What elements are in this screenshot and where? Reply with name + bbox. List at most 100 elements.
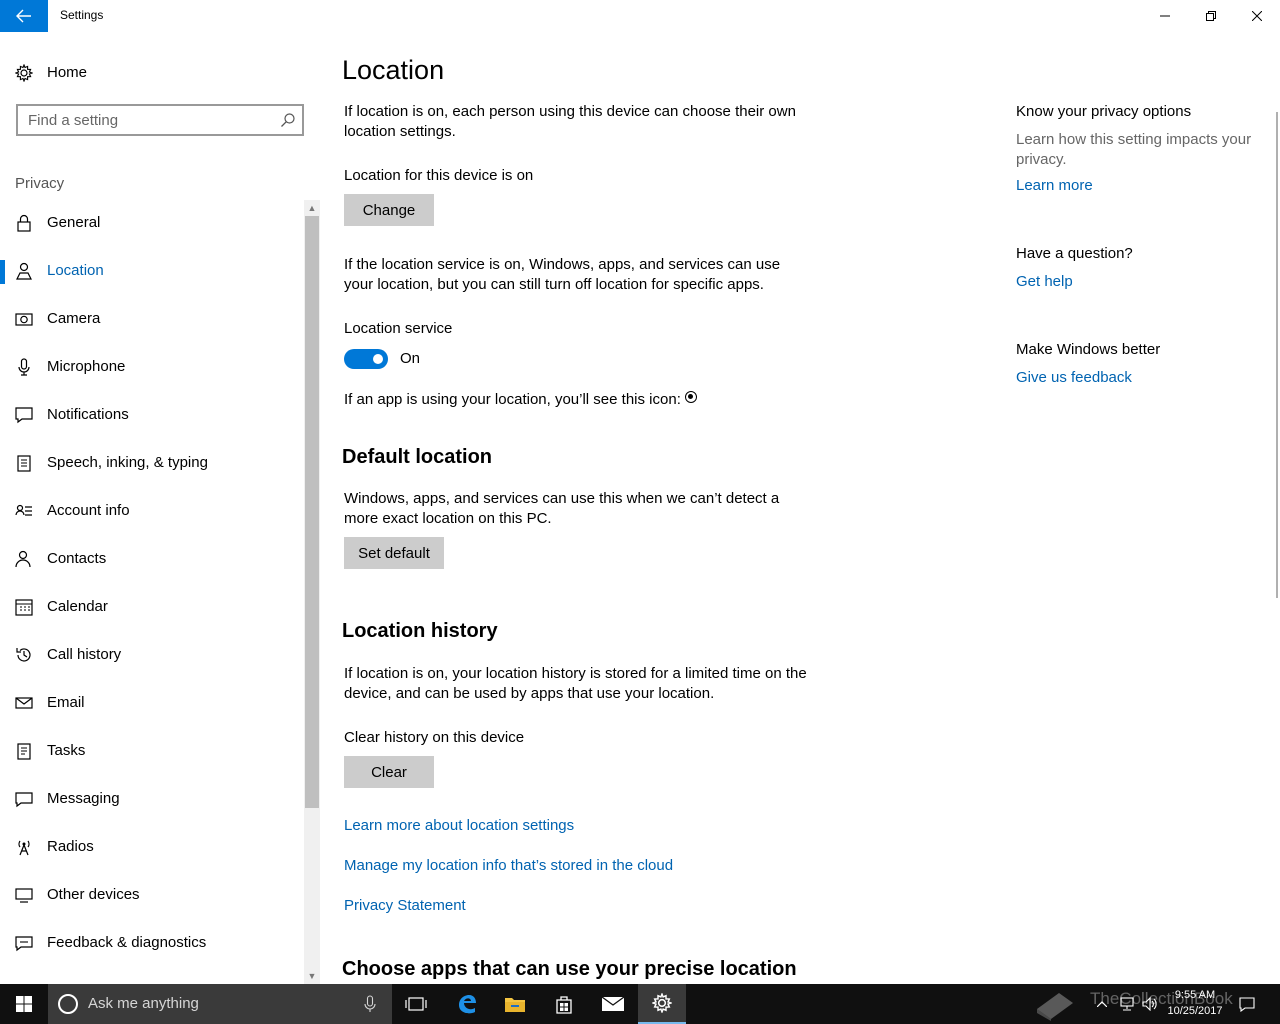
toggle-knob: [373, 354, 383, 364]
sidebar-item-contacts[interactable]: Contacts: [0, 536, 304, 584]
volume-button[interactable]: [1140, 984, 1160, 1024]
calendar-icon: [15, 599, 33, 616]
choose-apps-heading: Choose apps that can use your precise lo…: [342, 958, 797, 980]
location-history-description: If location is on, your location history…: [344, 665, 807, 702]
message-icon: [15, 792, 33, 808]
learn-more-link[interactable]: Learn more: [1016, 177, 1093, 194]
sidebar-item-microphone[interactable]: Microphone: [0, 344, 304, 392]
volume-icon: [1142, 997, 1157, 1011]
sidebar-item-general[interactable]: General: [0, 200, 304, 248]
sidebar-item-label: Messaging: [47, 790, 120, 807]
service-description: If the location service is on, Windows, …: [344, 256, 781, 293]
mail-app-button[interactable]: [589, 984, 637, 1024]
action-center-icon: [1239, 997, 1255, 1012]
search-input[interactable]: [28, 111, 268, 129]
sidebar-item-tasks[interactable]: Tasks: [0, 728, 304, 776]
start-button[interactable]: [0, 984, 48, 1024]
sidebar-item-messaging[interactable]: Messaging: [0, 776, 304, 824]
show-hidden-icons-button[interactable]: [1092, 984, 1112, 1024]
clear-button[interactable]: Clear: [344, 756, 434, 788]
close-button[interactable]: [1234, 0, 1280, 32]
file-explorer-button[interactable]: [491, 984, 539, 1024]
privacy-statement-link[interactable]: Privacy Statement: [344, 897, 466, 914]
nav-home-label: Home: [47, 64, 88, 81]
page-scrollbar[interactable]: [1276, 112, 1278, 598]
gear-icon: [15, 64, 33, 82]
title-bar: Settings: [0, 0, 1280, 32]
intro-text: If location is on, each person using thi…: [344, 103, 796, 140]
mail-icon: [601, 996, 625, 1011]
sidebar-item-label: Contacts: [47, 550, 107, 567]
edge-icon: [459, 995, 476, 1014]
mail-icon: [15, 697, 33, 709]
learn-more-location-link[interactable]: Learn more about location settings: [344, 817, 574, 834]
store-button[interactable]: [540, 984, 588, 1024]
taskbar: Ask me anything TheCollectionBook 9:55 A…: [0, 984, 1280, 1024]
sidebar-item-label: Radios: [47, 838, 94, 855]
sidebar-item-other-devices[interactable]: Other devices: [0, 872, 304, 920]
location-service-toggle[interactable]: [344, 349, 388, 369]
watermark-logo: [1030, 984, 1080, 1024]
manage-cloud-location-link[interactable]: Manage my location info that’s stored in…: [344, 857, 673, 874]
sidebar-item-label: Email: [47, 694, 85, 711]
default-location-heading: Default location: [342, 446, 493, 468]
settings-app-button[interactable]: [638, 984, 686, 1024]
sidebar-item-label: Calendar: [47, 598, 108, 615]
privacy-options-text: Learn how this setting impacts your priv…: [1016, 131, 1252, 168]
feedback-icon: [15, 936, 33, 952]
sidebar-item-radios[interactable]: Radios: [0, 824, 304, 872]
taskbar-search-placeholder: Ask me anything: [88, 995, 199, 1012]
people-icon: [15, 550, 31, 568]
nav-scrollbar[interactable]: ▲ ▼: [304, 200, 320, 984]
scroll-down-arrow-icon[interactable]: ▼: [304, 968, 320, 984]
page-title: Location: [342, 55, 445, 85]
folder-icon: [505, 998, 525, 1012]
location-history-heading: Location history: [342, 620, 498, 642]
sidebar-item-label: Microphone: [47, 358, 126, 375]
edge-browser-button[interactable]: [443, 984, 491, 1024]
task-view-button[interactable]: [392, 984, 440, 1024]
search-icon: [281, 113, 295, 127]
sidebar-item-calendar[interactable]: Calendar: [0, 584, 304, 632]
taskbar-search-box[interactable]: Ask me anything: [48, 984, 392, 1024]
network-button[interactable]: [1116, 984, 1138, 1024]
nav-home[interactable]: Home: [0, 56, 320, 90]
close-icon: [1252, 11, 1262, 21]
minimize-button[interactable]: [1142, 0, 1188, 32]
sidebar-item-label: General: [47, 214, 101, 231]
gear-icon: [652, 993, 672, 1013]
toggle-state-label: On: [400, 350, 421, 367]
sidebar-item-notifications[interactable]: Notifications: [0, 392, 304, 440]
microphone-icon[interactable]: [364, 995, 376, 1013]
sidebar-item-location[interactable]: Location: [0, 248, 304, 296]
lock-icon: [17, 214, 31, 232]
get-help-link[interactable]: Get help: [1016, 273, 1073, 290]
contact-card-icon: [15, 504, 32, 516]
question-heading: Have a question?: [1016, 245, 1133, 262]
sidebar-item-account-info[interactable]: Account info: [0, 488, 304, 536]
nav-scrollbar-thumb[interactable]: [305, 216, 319, 808]
sidebar-item-call-history[interactable]: Call history: [0, 632, 304, 680]
search-box[interactable]: [16, 104, 304, 136]
sidebar-item-email[interactable]: Email: [0, 680, 304, 728]
back-button[interactable]: [0, 0, 48, 32]
scroll-up-arrow-icon[interactable]: ▲: [304, 200, 320, 216]
store-icon: [556, 996, 572, 1014]
sidebar-item-camera[interactable]: Camera: [0, 296, 304, 344]
window-title: Settings: [60, 8, 104, 22]
action-center-button[interactable]: [1236, 984, 1258, 1024]
sidebar-item-speech[interactable]: Speech, inking, & typing: [0, 440, 304, 488]
restore-button[interactable]: [1188, 0, 1234, 32]
icon-note: If an app is using your location, you’ll…: [344, 390, 844, 410]
sidebar-item-feedback[interactable]: Feedback & diagnostics: [0, 920, 304, 968]
default-location-description: Windows, apps, and services can use this…: [344, 490, 780, 527]
minimize-icon: [1160, 15, 1170, 17]
windows-logo-icon: [16, 996, 32, 1012]
set-default-button[interactable]: Set default: [344, 537, 444, 569]
change-button[interactable]: Change: [344, 194, 434, 226]
service-label: Location service: [344, 320, 453, 337]
device-status-text: Location for this device is on: [344, 167, 534, 184]
sidebar-item-label: Tasks: [47, 742, 86, 759]
give-feedback-link[interactable]: Give us feedback: [1016, 369, 1132, 386]
taskbar-clock[interactable]: 9:55 AM 10/25/2017: [1160, 987, 1230, 1019]
